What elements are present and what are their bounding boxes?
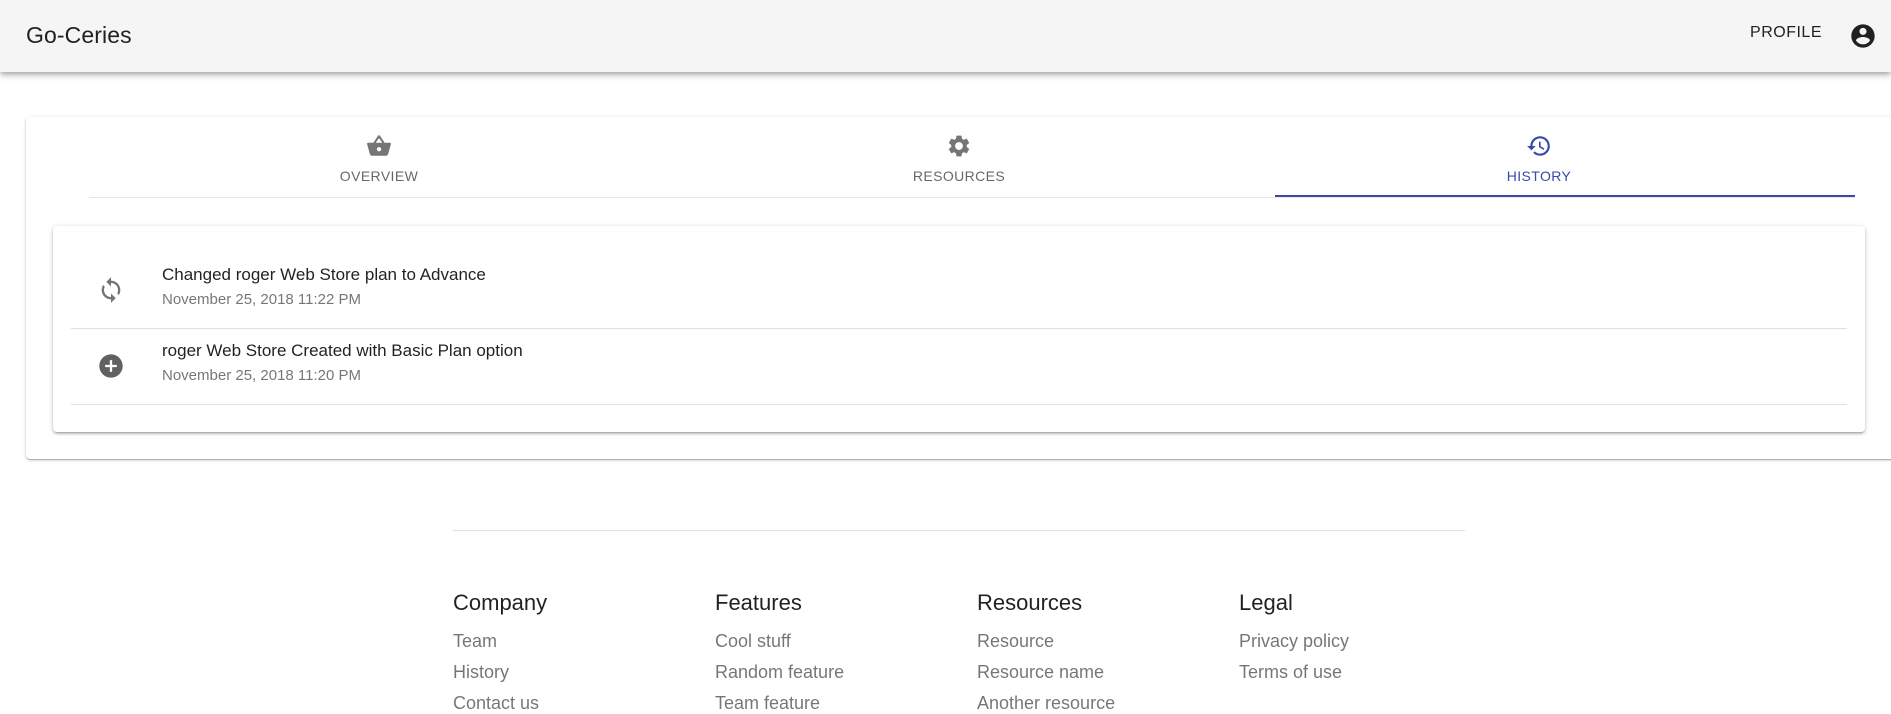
tab-overview-label: OVERVIEW [339,168,419,184]
footer-link-resource-name[interactable]: Resource name [977,657,1115,688]
footer-link-cool-stuff[interactable]: Cool stuff [715,626,844,657]
history-item-title: Changed roger Web Store plan to Advance [162,265,486,284]
tab-resources[interactable]: RESOURCES [669,117,1249,197]
footer-divider [453,530,1465,531]
tab-bar: OVERVIEW RESOURCES HISTORY [89,117,1855,198]
tab-history-label: HISTORY [1506,168,1572,184]
footer-link-team-feature[interactable]: Team feature [715,688,844,714]
footer-link-another-resource[interactable]: Another resource [977,688,1115,714]
footer-column-company: Company Team History Contact us [453,590,547,714]
gear-icon [946,133,972,159]
footer-link-resource[interactable]: Resource [977,626,1115,657]
brand-title[interactable]: Go-Ceries [26,22,132,49]
footer-column-title: Resources [977,590,1083,615]
footer-column-legal: Legal Privacy policy Terms of use [1239,590,1349,688]
store-detail-card: OVERVIEW RESOURCES HISTORY Changed roger… [26,117,1891,459]
shopping-basket-icon [366,133,392,159]
add-circle-icon [97,352,125,380]
tab-overview[interactable]: OVERVIEW [89,117,669,197]
sync-icon [97,276,125,304]
footer-column-resources: Resources Resource Resource name Another… [977,590,1115,714]
tab-resources-label: RESOURCES [912,168,1006,184]
app-bar: Go-Ceries PROFILE [0,0,1891,72]
active-tab-indicator [1275,195,1855,197]
footer-link-privacy-policy[interactable]: Privacy policy [1239,626,1349,657]
history-item-date: November 25, 2018 11:20 PM [162,367,362,384]
history-item[interactable]: roger Web Store Created with Basic Plan … [71,329,1847,405]
footer-link-team[interactable]: Team [453,626,547,657]
history-item[interactable]: Changed roger Web Store plan to Advance … [71,253,1847,329]
history-icon [1526,133,1552,159]
tab-history[interactable]: HISTORY [1249,117,1829,197]
history-panel: Changed roger Web Store plan to Advance … [53,226,1865,432]
footer-link-history[interactable]: History [453,657,547,688]
account-circle-icon[interactable] [1849,22,1877,50]
history-list: Changed roger Web Store plan to Advance … [71,253,1847,405]
footer-link-random-feature[interactable]: Random feature [715,657,844,688]
history-item-title: roger Web Store Created with Basic Plan … [162,341,523,360]
footer-link-contact-us[interactable]: Contact us [453,688,547,714]
history-item-date: November 25, 2018 11:22 PM [162,291,362,308]
footer-column-title: Company [453,590,548,615]
footer-column-title: Features [715,590,802,615]
profile-button[interactable]: PROFILE [1750,24,1822,42]
footer-column-title: Legal [1239,590,1293,615]
footer-column-features: Features Cool stuff Random feature Team … [715,590,844,714]
footer-link-terms-of-use[interactable]: Terms of use [1239,657,1349,688]
